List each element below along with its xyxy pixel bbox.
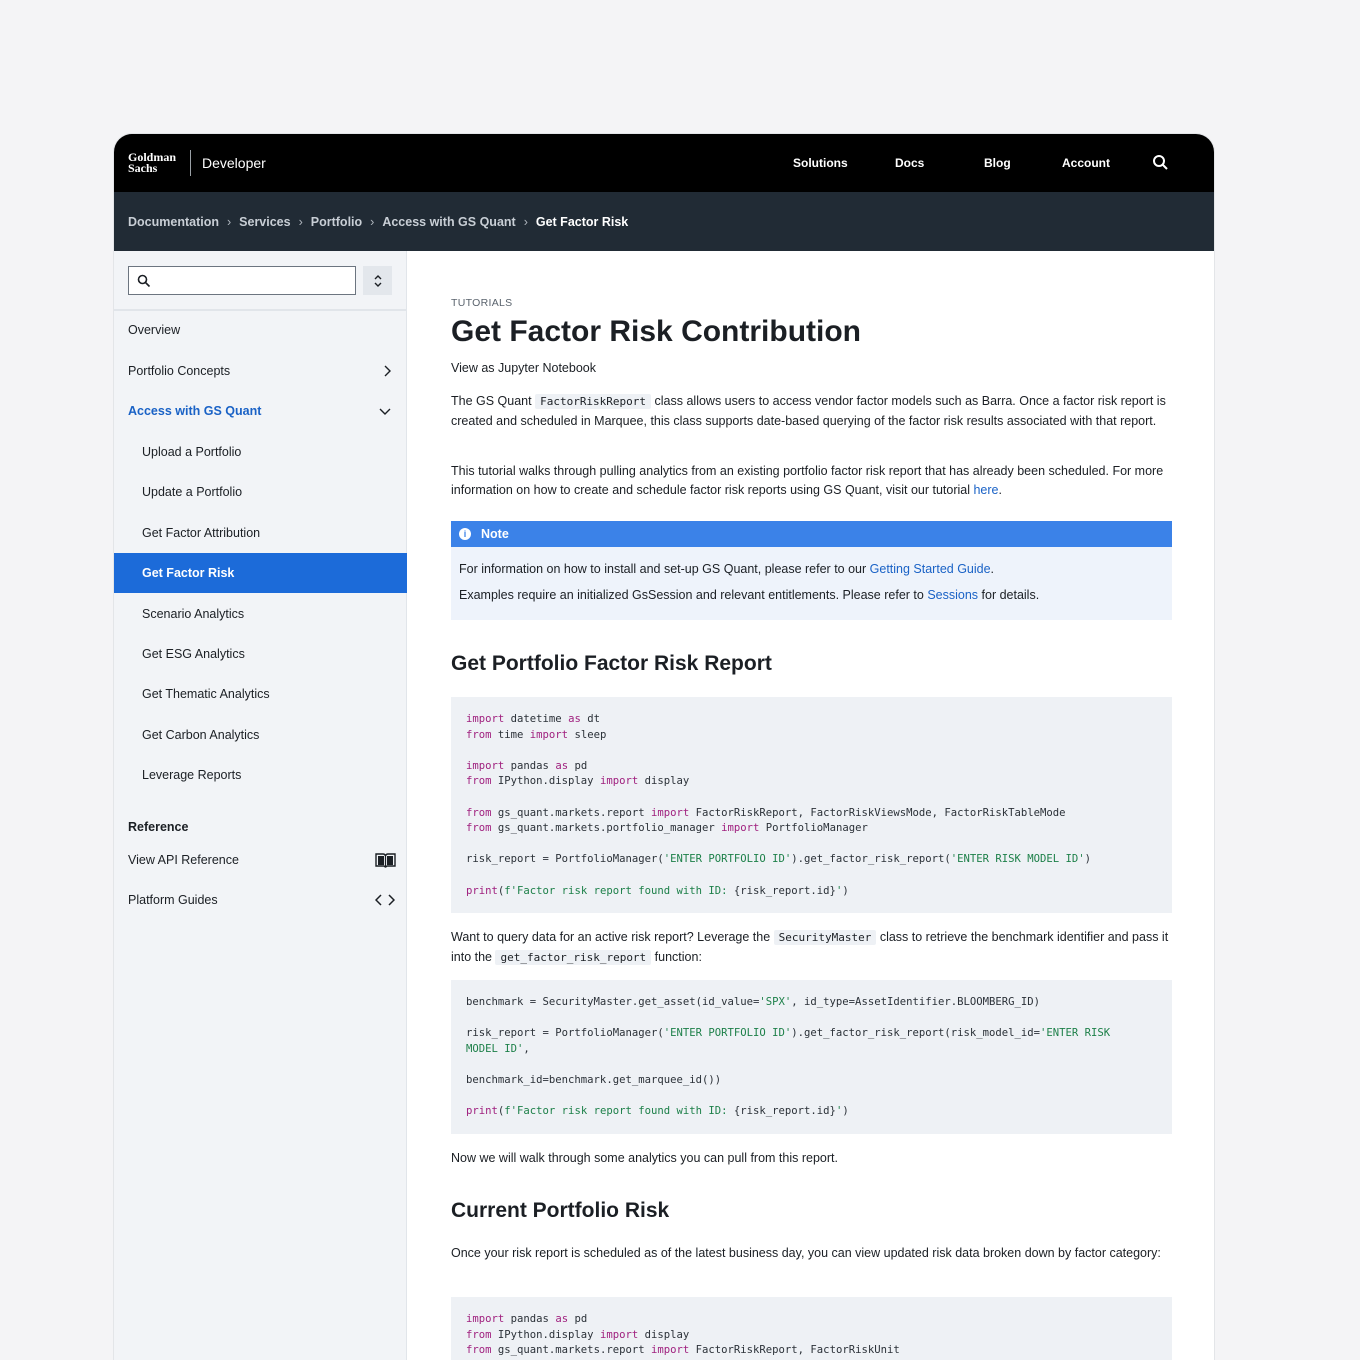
sidebar-item-factor-risk[interactable]: Get Factor Risk [114,553,407,593]
chevron-right-icon: › [370,214,375,229]
sidebar-item-label: Get Thematic Analytics [142,687,270,701]
tutorial-here-link[interactable]: here [973,483,998,497]
sidebar-item-label: Get Factor Attribution [142,526,261,540]
search-icon [137,274,151,288]
sidebar-item-platform-guides[interactable]: Platform Guides [114,880,407,920]
nav-blog[interactable]: Blog [984,156,1011,170]
main-content: TUTORIALS Get Factor Risk Contribution V… [407,251,1214,1360]
sidebar-item-scenario-analytics[interactable]: Scenario Analytics [114,594,407,634]
expand-collapse-icon [374,274,381,287]
jupyter-notebook-link[interactable]: View as Jupyter Notebook [451,359,1173,378]
chevron-right-icon: › [226,214,232,229]
sidebar-item-label: Update a Portfolio [142,485,243,499]
breadcrumb-current: Get Factor Risk [535,214,629,229]
sidebar-item-thematic-analytics[interactable]: Get Thematic Analytics [114,674,407,714]
note-line-2: Examples require an initialized GsSessio… [459,588,1039,602]
nav-solutions[interactable]: Solutions [793,156,848,170]
sidebar-item-leverage-reports[interactable]: Leverage Reports [114,755,407,795]
chevron-right-icon [384,365,391,377]
breadcrumb-services[interactable]: Services [239,215,290,229]
goldman-sachs-logo[interactable]: Goldman Sachs [128,151,182,175]
inline-code: SecurityMaster [773,930,877,945]
code-icon [375,894,395,906]
sidebar-item-label: Get ESG Analytics [142,647,245,661]
code-block-3[interactable]: import pandas as pd from IPython.display… [451,1297,1172,1360]
sidebar-item-label: Platform Guides [128,893,218,907]
sidebar-item-label: Upload a Portfolio [142,445,242,459]
brand-name[interactable]: Developer [202,155,266,171]
page-title: Get Factor Risk Contribution [451,315,862,348]
sidebar-item-factor-attribution[interactable]: Get Factor Attribution [114,513,407,553]
breadcrumb: Documentation › Services › Portfolio › A… [114,192,1214,251]
sidebar-item-update-portfolio[interactable]: Update a Portfolio [114,472,407,512]
sidebar-item-upload-portfolio[interactable]: Upload a Portfolio [114,432,407,472]
nav-docs[interactable]: Docs [895,156,924,170]
sidebar-item-label: Scenario Analytics [142,607,245,621]
section-eyebrow: TUTORIALS [451,297,513,309]
note-text: Examples require an initialized GsSessio… [459,588,928,602]
getting-started-link[interactable]: Getting Started Guide [870,562,991,576]
nav-account[interactable]: Account [1062,156,1110,170]
section-heading-current-risk: Current Portfolio Risk [451,1199,670,1222]
note-line-1: For information on how to install and se… [459,562,994,576]
note-callout: i Note For information on how to install … [451,521,1172,620]
sessions-link[interactable]: Sessions [927,588,978,602]
sidebar-item-label: View API Reference [128,853,239,867]
sidebar-item-overview[interactable]: Overview [114,310,407,350]
intro-paragraph-1: The GS Quant FactorRiskReport class allo… [451,392,1173,430]
intro-paragraph-2: This tutorial walks through pulling anal… [451,462,1173,499]
sidebar-item-access-gs-quant[interactable]: Access with GS Quant [114,391,407,431]
sidebar-item-label: Access with GS Quant [128,404,262,418]
note-header: i Note [451,521,1172,547]
sidebar-search-row [114,251,406,311]
browser-window: Goldman Sachs Developer Solutions Docs B… [114,134,1214,1360]
section-heading-report: Get Portfolio Factor Risk Report [451,652,772,675]
note-text: for details. [978,588,1040,602]
sidebar-item-label: Leverage Reports [142,768,242,782]
code-block-1[interactable]: import datetime as dt from time import s… [451,697,1172,913]
note-text: . [990,562,995,576]
inline-code: FactorRiskReport [535,394,652,409]
chevron-right-icon: › [523,214,528,229]
sidebar-item-api-reference[interactable]: View API Reference [114,840,407,880]
breadcrumb-portfolio[interactable]: Portfolio [311,215,362,229]
logo-line-2: Sachs [128,161,158,175]
info-icon: i [459,528,471,540]
query-text: function: [651,949,702,964]
query-paragraph: Want to query data for an active risk re… [451,928,1173,967]
intro-text: This tutorial walks through pulling anal… [451,464,1164,497]
sidebar-item-portfolio-concepts[interactable]: Portfolio Concepts [114,351,407,391]
sidebar-item-label: Portfolio Concepts [128,364,231,378]
sidebar-item-carbon-analytics[interactable]: Get Carbon Analytics [114,715,407,755]
breadcrumb-documentation[interactable]: Documentation [128,215,219,229]
book-icon [375,853,396,868]
sidebar-search-box[interactable] [128,266,356,295]
top-navigation-bar: Goldman Sachs Developer Solutions Docs B… [114,134,1214,192]
sidebar-item-esg-analytics[interactable]: Get ESG Analytics [114,634,407,674]
chevron-down-icon [379,408,391,415]
search-icon[interactable] [1152,154,1170,172]
walkthrough-paragraph: Now we will walk through some analytics … [451,1151,838,1165]
sidebar-item-label: Get Carbon Analytics [142,728,260,742]
sidebar-reference-heading: Reference [128,820,189,834]
intro-text: The GS Quant [451,394,536,408]
sidebar-item-label: Get Factor Risk [142,566,235,580]
sidebar: Overview Portfolio Concepts Access with … [114,251,407,1360]
logo-divider [190,150,191,176]
note-text: For information on how to install and se… [459,562,870,576]
sidebar-search-input[interactable] [157,270,347,291]
query-text: Want to query data for an active risk re… [451,930,774,944]
expand-collapse-button[interactable] [363,266,392,295]
intro-text: . [998,482,1002,497]
chevron-right-icon: › [298,214,303,229]
sidebar-item-label: Overview [128,323,181,337]
code-block-2[interactable]: benchmark = SecurityMaster.get_asset(id_… [451,980,1172,1134]
inline-code: get_factor_risk_report [495,949,652,965]
note-title: Note [481,527,509,541]
breadcrumb-access-gs-quant[interactable]: Access with GS Quant [382,215,515,229]
current-risk-paragraph: Once your risk report is scheduled as of… [451,1246,1161,1260]
